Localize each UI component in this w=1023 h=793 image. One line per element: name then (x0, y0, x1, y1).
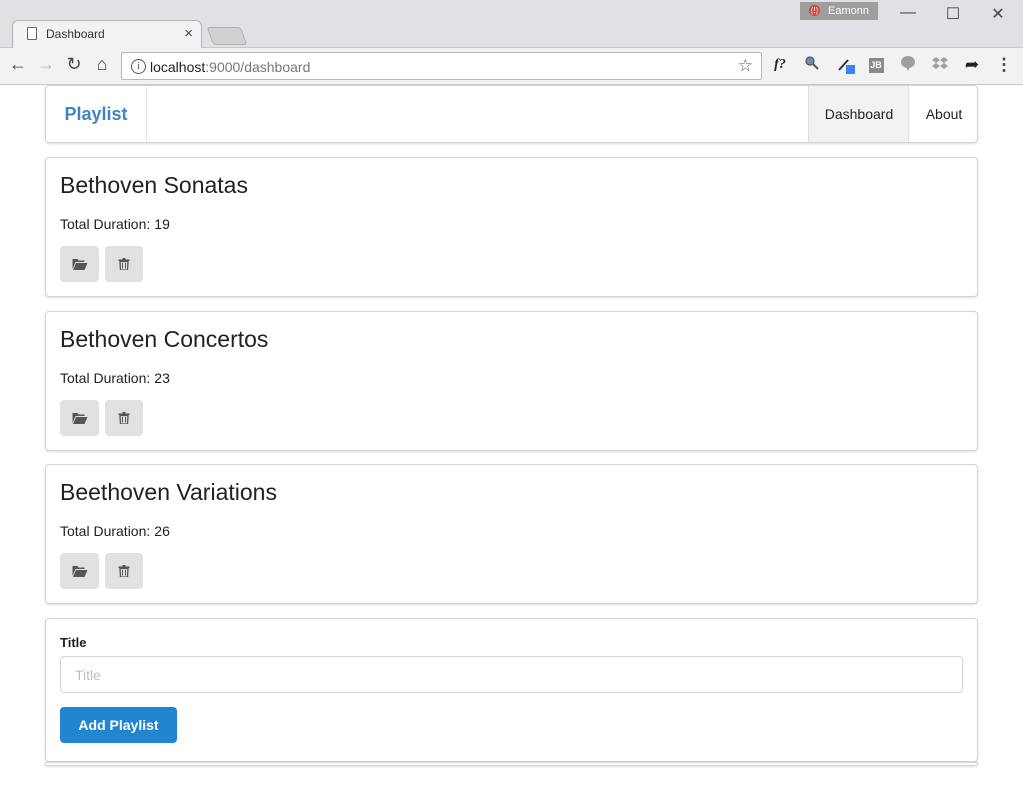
folder-open-icon (72, 413, 87, 424)
reload-icon[interactable]: ↻ (63, 54, 85, 75)
jetbrains-label: JB (868, 58, 884, 73)
playlist-card: Bethoven Sonatas Total Duration: 19 (45, 157, 978, 297)
folder-open-icon (72, 259, 87, 270)
new-tab-button[interactable] (206, 27, 248, 45)
open-playlist-button[interactable] (60, 553, 99, 589)
profile-name: Eamonn (828, 5, 869, 17)
chat-bubble-icon[interactable] (898, 55, 918, 75)
profile-badge[interactable]: (!) Eamonn (800, 2, 878, 20)
eyedropper-extension-icon[interactable] (836, 55, 856, 75)
delete-playlist-button[interactable] (105, 400, 143, 436)
playlist-title: Bethoven Concertos (60, 326, 269, 352)
info-icon[interactable]: i (131, 59, 146, 74)
app-navbar: Playlist Dashboard About (45, 85, 978, 143)
duration-value: 26 (154, 523, 170, 539)
menu-icon[interactable]: ⋮ (994, 55, 1014, 75)
close-window-button[interactable]: ✕ (983, 4, 1013, 24)
minimize-button[interactable]: — (893, 4, 923, 22)
playlist-duration: Total Duration: 23 (60, 370, 170, 386)
url-text[interactable]: localhost:9000/dashboard (150, 59, 310, 75)
trash-icon (118, 412, 130, 424)
dropbox-icon[interactable] (930, 55, 950, 75)
playlist-title: Beethoven Variations (60, 479, 277, 505)
duration-value: 19 (154, 216, 170, 232)
duration-label: Total Duration: (60, 523, 151, 539)
delete-playlist-button[interactable] (105, 553, 143, 589)
forward-arrow-icon[interactable]: → (35, 54, 57, 75)
browser-titlebar: Dashboard × (!) Eamonn — ☐ ✕ (0, 0, 1023, 48)
duration-label: Total Duration: (60, 216, 151, 232)
nav-dashboard[interactable]: Dashboard (808, 86, 909, 142)
url-host: localhost (150, 59, 206, 75)
profile-logo-icon: (!) (809, 5, 820, 16)
tab-title: Dashboard (46, 27, 105, 41)
maximize-button[interactable]: ☐ (938, 4, 968, 24)
brand-link[interactable]: Playlist (46, 86, 147, 142)
search-extension-icon[interactable] (802, 55, 822, 75)
duration-value: 23 (154, 370, 170, 386)
playlist-title: Bethoven Sonatas (60, 172, 248, 198)
form-segment-edge (45, 762, 978, 766)
tab-close-icon[interactable]: × (184, 25, 193, 42)
share-arrow-icon[interactable]: ➦ (962, 55, 982, 75)
browser-toolbar: ← → ↻ ⌂ i localhost:9000/dashboard ☆ f? … (0, 48, 1023, 85)
playlist-card: Beethoven Variations Total Duration: 26 (45, 464, 978, 604)
add-playlist-button[interactable]: Add Playlist (60, 707, 177, 743)
address-bar[interactable]: i localhost:9000/dashboard ☆ (121, 52, 762, 80)
trash-icon (118, 565, 130, 577)
open-playlist-button[interactable] (60, 246, 99, 282)
bookmark-star-icon[interactable]: ☆ (738, 56, 753, 76)
back-arrow-icon[interactable]: ← (7, 54, 29, 75)
add-playlist-form: Title Add Playlist (45, 618, 978, 762)
jetbrains-extension-icon[interactable]: JB (866, 55, 886, 75)
formula-extension-icon[interactable]: f? (770, 55, 790, 75)
delete-playlist-button[interactable] (105, 246, 143, 282)
folder-open-icon (72, 566, 87, 577)
trash-icon (118, 258, 130, 270)
page-icon (27, 27, 37, 40)
browser-tab[interactable]: Dashboard × (12, 20, 202, 48)
playlist-card: Bethoven Concertos Total Duration: 23 (45, 311, 978, 451)
title-input[interactable] (60, 656, 963, 693)
playlist-duration: Total Duration: 26 (60, 523, 170, 539)
title-field-label: Title (60, 635, 87, 650)
playlist-duration: Total Duration: 19 (60, 216, 170, 232)
nav-about[interactable]: About (908, 86, 979, 142)
open-playlist-button[interactable] (60, 400, 99, 436)
duration-label: Total Duration: (60, 370, 151, 386)
url-path: :9000/dashboard (205, 59, 311, 75)
home-icon[interactable]: ⌂ (91, 54, 113, 75)
